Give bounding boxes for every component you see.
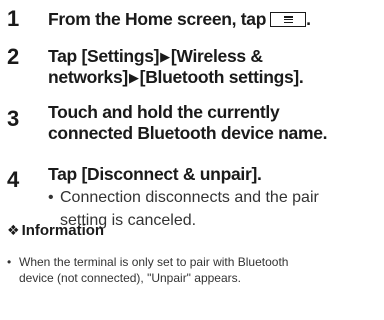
information-line: When the terminal is only set to pair wi… [19,255,289,269]
information-title: Information [21,222,105,239]
step-text-line: Touch and hold the currently [48,102,280,122]
information-line: device (not connected), "Unpair" appears… [19,271,241,285]
step-text-part: Tap [Settings] [48,46,160,66]
step-text-part: [Wireless & [170,46,263,66]
information-body: • When the terminal is only set to pair w… [7,254,379,286]
step-text-line: Tap [Disconnect & unpair]. [48,164,262,184]
step-instruction: Tap [Settings]▶[Wireless & networks]▶[Bl… [48,46,382,88]
bullet-icon: • [48,189,54,206]
step-instruction: From the Home screen, tap. [48,9,382,30]
information-heading: ❖ Information [7,222,104,239]
menu-key-icon [270,12,307,27]
arrow-right-icon: ▶ [160,49,170,64]
step-text-part: networks] [48,67,128,87]
step-number: 2 [7,44,20,69]
step-text-before: From the Home screen, tap [48,9,267,29]
manual-page: 1 From the Home screen, tap. 2 Tap [Sett… [0,0,384,320]
step-note-line: Connection disconnects and the pair [60,189,319,206]
step-text-part: [Bluetooth settings]. [139,67,304,87]
step-instruction: Touch and hold the currently connected B… [48,102,382,144]
diamond-icon: ❖ [7,222,20,238]
step-text-after: . [306,9,311,29]
step-number: 1 [7,6,20,31]
bullet-icon: • [7,255,12,269]
step-number: 4 [7,167,20,192]
step-number: 3 [7,106,20,131]
arrow-right-icon: ▶ [128,70,139,85]
step-text-line: connected Bluetooth device name. [48,123,328,143]
step-instruction: Tap [Disconnect & unpair]. [48,164,382,185]
